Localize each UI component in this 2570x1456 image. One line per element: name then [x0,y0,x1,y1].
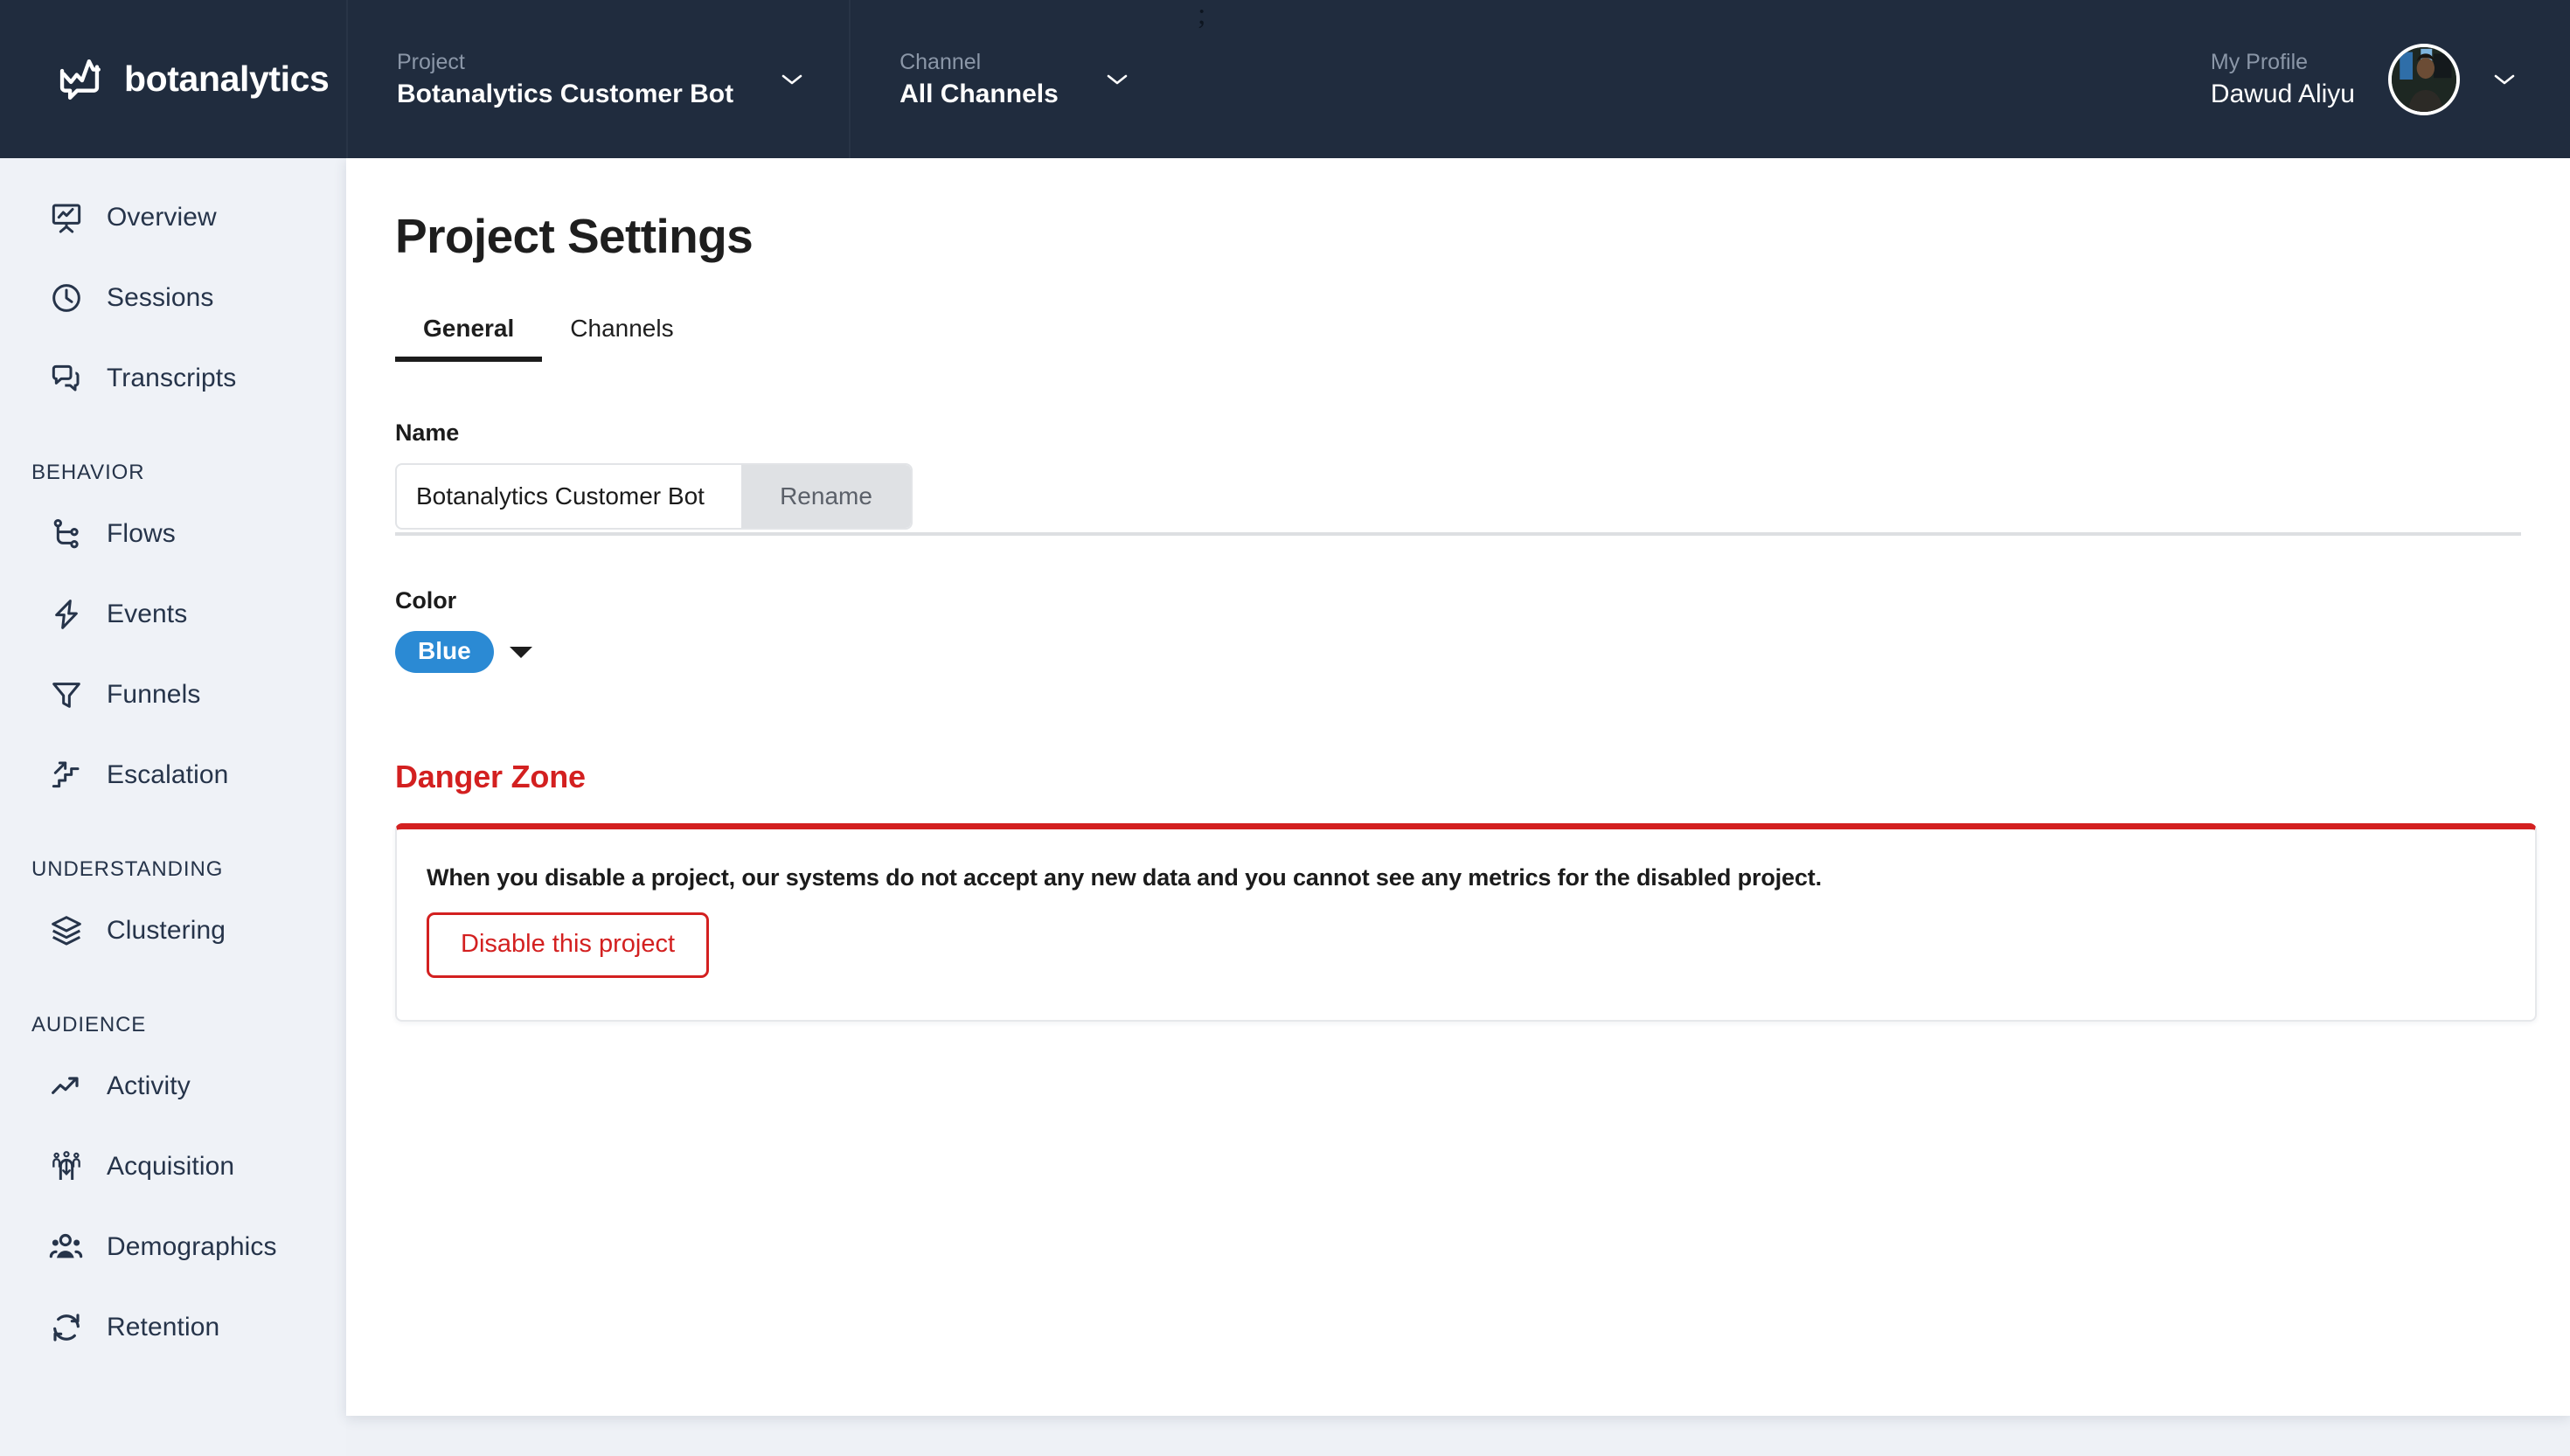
sidebar-item-label: Funnels [107,680,201,709]
sidebar-item-clustering[interactable]: Clustering [0,891,346,971]
project-selector-label: Project [397,49,465,74]
sidebar-item-label: Retention [107,1313,220,1342]
header-text-artifact: ; [1198,0,1206,31]
stairs-arrow-icon [49,758,84,793]
clock-icon [49,281,84,315]
sidebar-item-label: Flows [107,519,176,548]
sidebar-item-label: Demographics [107,1232,277,1261]
app-root: botanalytics Project Botanalytics Custom… [0,0,2570,1456]
tab-channels[interactable]: Channels [542,315,701,362]
sidebar-item-label: Acquisition [107,1152,235,1181]
color-section: Color Blue [395,587,2570,673]
sidebar-group-audience: AUDIENCE [31,1013,147,1037]
chat-bubbles-icon [49,361,84,396]
name-input-group: Rename [395,463,913,530]
top-header: botanalytics Project Botanalytics Custom… [0,0,2570,158]
channel-selector-label: Channel [900,49,982,74]
danger-zone-title: Danger Zone [395,759,586,794]
danger-zone-description: When you disable a project, our systems … [427,864,1822,891]
channel-selector[interactable]: Channel All Channels [851,0,1174,158]
sidebar-item-escalation[interactable]: Escalation [0,735,346,815]
chevron-down-icon [781,73,803,87]
flow-branch-icon [49,517,84,551]
sidebar-item-flows[interactable]: Flows [0,494,346,574]
sidebar-item-demographics[interactable]: Demographics [0,1207,346,1287]
sidebar-item-acquisition[interactable]: Acquisition [0,1127,346,1207]
sidebar-item-activity[interactable]: Activity [0,1046,346,1127]
tabs-divider [395,532,2521,536]
sidebar: Overview Sessions Transcripts BEHAVIOR F… [0,158,346,1456]
color-field-label: Color [395,587,456,614]
main-content: Project Settings General Channels Name R… [346,158,2570,1416]
sidebar-item-transcripts[interactable]: Transcripts [0,338,346,419]
sidebar-item-label: Transcripts [107,364,237,392]
trend-arrow-icon [49,1069,84,1104]
people-group-icon [49,1230,84,1265]
channel-selector-value: All Channels [900,79,1059,108]
chevron-down-icon[interactable] [2493,73,2516,87]
lightning-bolt-icon [49,597,84,632]
sidebar-item-label: Overview [107,203,217,232]
refresh-cycle-icon [49,1310,84,1345]
chat-chart-logo-icon [54,54,105,105]
avatar[interactable] [2388,43,2460,115]
sidebar-item-events[interactable]: Events [0,574,346,655]
sidebar-item-label: Activity [107,1071,191,1100]
sidebar-group-understanding: UNDERSTANDING [31,857,224,881]
color-selector[interactable]: Blue [395,631,2570,673]
brand-name: botanalytics [124,59,330,99]
brand-logo-area[interactable]: botanalytics [0,0,346,158]
disable-project-button[interactable]: Disable this project [427,912,709,978]
tab-general[interactable]: General [395,315,543,362]
danger-zone-section: Danger Zone When you disable a project, … [395,759,2570,1022]
sidebar-item-label: Sessions [107,283,214,312]
presentation-chart-icon [49,200,84,235]
funnel-icon [49,677,84,712]
sidebar-item-label: Escalation [107,760,229,789]
sidebar-item-retention[interactable]: Retention [0,1287,346,1368]
page-title: Project Settings [395,209,754,263]
chevron-down-icon [1106,73,1129,87]
project-name-input[interactable] [397,465,741,528]
sidebar-item-overview[interactable]: Overview [0,177,346,258]
name-field-label: Name [395,419,460,446]
project-selector[interactable]: Project Botanalytics Customer Bot [348,0,849,158]
sidebar-item-label: Clustering [107,916,226,945]
project-selector-value: Botanalytics Customer Bot [397,79,734,108]
color-value-pill[interactable]: Blue [395,631,494,673]
profile-label: My Profile [2210,49,2309,74]
sidebar-item-sessions[interactable]: Sessions [0,258,346,338]
layers-icon [49,913,84,948]
danger-zone-panel: When you disable a project, our systems … [395,823,2537,1022]
caret-down-icon[interactable] [509,646,532,658]
rename-button[interactable]: Rename [741,465,911,528]
magnet-people-icon [49,1149,84,1184]
header-spacer [1174,0,2211,158]
name-section: Name Rename [395,419,2570,530]
sidebar-group-behavior: BEHAVIOR [31,461,145,484]
sidebar-item-funnels[interactable]: Funnels [0,655,346,735]
sidebar-item-label: Events [107,600,188,628]
settings-tabs: General Channels [395,315,2570,362]
profile-name: Dawud Aliyu [2210,79,2355,108]
profile-menu[interactable]: My Profile Dawud Aliyu [2211,0,2570,158]
